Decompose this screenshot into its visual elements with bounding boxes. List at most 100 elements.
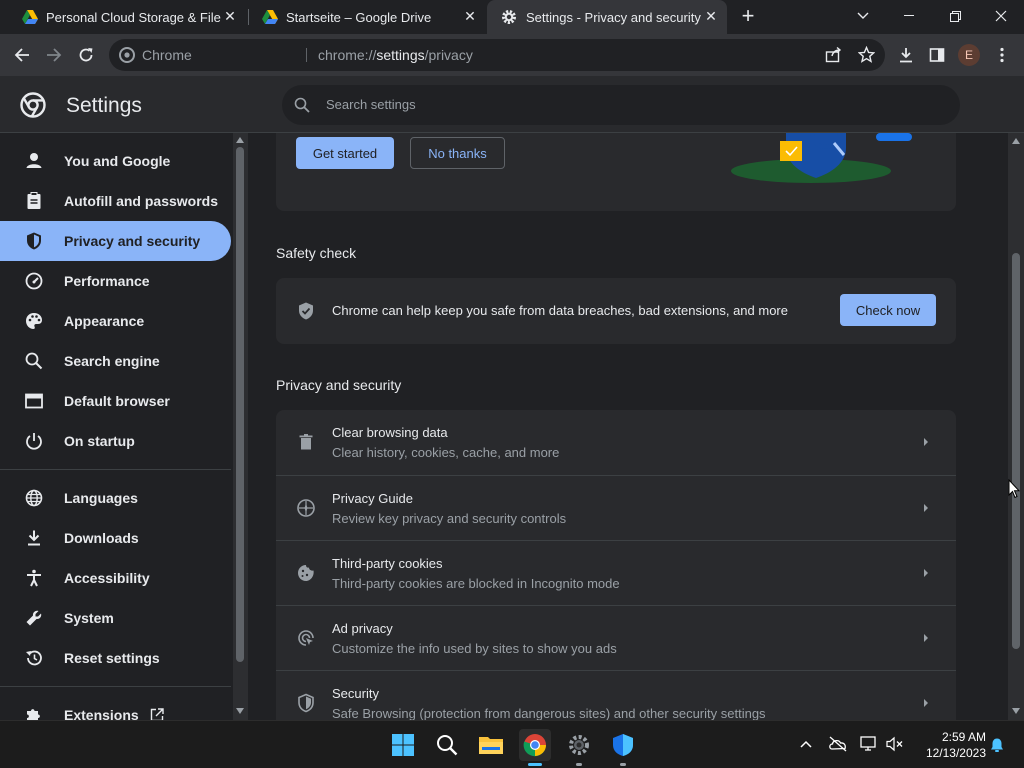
download-icon (900, 48, 912, 63)
scroll-up-arrow-icon[interactable] (236, 137, 244, 143)
browser-icon (24, 391, 44, 411)
chevron-right-icon (922, 633, 930, 643)
clear-browsing-data-row[interactable]: Clear browsing data Clear history, cooki… (276, 410, 956, 475)
settings-icon[interactable] (563, 729, 595, 761)
close-icon (995, 10, 1007, 22)
tab-search-button[interactable] (840, 0, 886, 32)
check-now-button[interactable]: Check now (840, 294, 936, 326)
get-started-button[interactable]: Get started (296, 137, 394, 169)
volume-muted-icon[interactable] (886, 736, 904, 752)
privacy-guide-row[interactable]: Privacy Guide Review key privacy and sec… (276, 475, 956, 540)
side-panel-button[interactable] (923, 41, 951, 69)
sidebar-item-performance[interactable]: Performance (0, 261, 231, 301)
address-bar[interactable]: Chrome chrome://settings/privacy (109, 39, 885, 71)
notification-bell-icon[interactable] (989, 737, 1005, 753)
row-subtitle: Third-party cookies are blocked in Incog… (332, 576, 620, 591)
palette-icon (24, 311, 44, 331)
chrome-logo-icon (20, 92, 46, 118)
file-explorer-icon[interactable] (475, 729, 507, 761)
forward-button[interactable] (40, 41, 68, 69)
sidebar-item-extensions[interactable]: Extensions (0, 695, 231, 720)
ad-privacy-icon (296, 628, 316, 648)
scroll-down-arrow-icon[interactable] (1012, 708, 1020, 714)
sidebar-item-reset-settings[interactable]: Reset settings (0, 638, 231, 678)
close-tab-icon[interactable]: ✕ (462, 8, 478, 24)
tab-settings[interactable]: Settings - Privacy and security ✕ (487, 0, 727, 34)
reload-button[interactable] (72, 41, 100, 69)
external-link-icon (149, 707, 165, 720)
sidebar-item-languages[interactable]: Languages (0, 478, 231, 518)
sidebar-item-autofill[interactable]: Autofill and passwords (0, 181, 231, 221)
globe-icon (24, 488, 44, 508)
clipboard-icon (24, 191, 44, 211)
windows-start-icon[interactable] (387, 729, 419, 761)
sidebar-item-privacy-and-security[interactable]: Privacy and security (0, 221, 231, 261)
main-scrollbar[interactable] (1008, 133, 1024, 720)
new-tab-button[interactable]: + (737, 5, 759, 27)
bookmark-star-icon[interactable] (858, 46, 875, 63)
onedrive-offline-icon[interactable] (828, 736, 848, 752)
defender-icon[interactable] (607, 729, 639, 761)
privacy-and-security-heading: Privacy and security (276, 377, 402, 393)
shield-check-icon (296, 301, 316, 321)
sidebar-scrollbar[interactable] (233, 133, 248, 720)
share-icon[interactable] (825, 46, 842, 63)
menu-button[interactable] (988, 41, 1016, 69)
safety-check-heading: Safety check (276, 245, 357, 261)
sidebar-item-default-browser[interactable]: Default browser (0, 381, 231, 421)
wrench-icon (24, 608, 44, 628)
browser-toolbar: Chrome chrome://settings/privacy E (0, 34, 1024, 76)
search-settings-field[interactable]: Search settings (282, 85, 960, 125)
chrome-icon[interactable] (119, 47, 135, 63)
third-party-cookies-row[interactable]: Third-party cookies Third-party cookies … (276, 540, 956, 605)
close-window-button[interactable] (978, 0, 1024, 32)
accessibility-icon (24, 568, 44, 588)
tab-strip: Personal Cloud Storage & File Sh ✕ Start… (0, 0, 1024, 34)
profile-avatar[interactable]: E (958, 44, 980, 66)
sidebar-item-appearance[interactable]: Appearance (0, 301, 231, 341)
row-title: Security (332, 686, 379, 701)
sidebar-item-accessibility[interactable]: Accessibility (0, 558, 231, 598)
scroll-down-arrow-icon[interactable] (236, 708, 244, 714)
google-drive-icon (22, 9, 38, 25)
downloads-button[interactable] (892, 41, 920, 69)
system-clock[interactable]: 2:59 AM 12/13/2023 (916, 729, 986, 761)
row-subtitle: Clear history, cookies, cache, and more (332, 445, 560, 460)
no-thanks-button[interactable]: No thanks (410, 137, 505, 169)
minimize-button[interactable] (886, 0, 932, 32)
show-hidden-icons-chevron-icon[interactable] (800, 740, 812, 748)
gauge-icon (24, 271, 44, 291)
sidebar-item-on-startup[interactable]: On startup (0, 421, 231, 461)
chrome-active-indicator (528, 763, 542, 766)
row-subtitle: Review key privacy and security controls (332, 511, 567, 526)
sidebar-item-you-and-google[interactable]: You and Google (0, 141, 231, 181)
trash-icon (296, 432, 316, 452)
main-scroll-thumb[interactable] (1012, 253, 1020, 649)
url-text[interactable]: chrome://settings/privacy (318, 47, 473, 63)
sidebar-item-downloads[interactable]: Downloads (0, 518, 231, 558)
chrome-icon[interactable] (519, 729, 551, 761)
restore-button[interactable] (932, 0, 978, 32)
close-tab-icon[interactable]: ✕ (222, 8, 238, 24)
sidebar-item-system[interactable]: System (0, 598, 231, 638)
sidebar-scroll-thumb[interactable] (236, 147, 244, 662)
clock-date: 12/13/2023 (925, 746, 986, 760)
download-icon (24, 528, 44, 548)
chevron-right-icon (922, 437, 930, 447)
network-icon[interactable] (860, 736, 878, 752)
back-button[interactable] (8, 41, 36, 69)
minimize-icon (904, 15, 914, 16)
restore-icon (949, 10, 961, 22)
privacy-guide-promo-card: Get started No thanks (276, 133, 956, 211)
chrome-chip-label: Chrome (142, 47, 192, 63)
privacy-and-security-card: Clear browsing data Clear history, cooki… (276, 410, 956, 720)
sidebar-item-search-engine[interactable]: Search engine (0, 341, 231, 381)
tab-google-drive[interactable]: Startseite – Google Drive ✕ (248, 0, 486, 34)
ad-privacy-row[interactable]: Ad privacy Customize the info used by si… (276, 605, 956, 670)
tab-personal-cloud[interactable]: Personal Cloud Storage & File Sh ✕ (8, 0, 246, 34)
close-tab-icon[interactable]: ✕ (703, 8, 719, 24)
sidebar-divider (0, 469, 231, 470)
scroll-up-arrow-icon[interactable] (1012, 138, 1020, 144)
search-icon[interactable] (431, 729, 463, 761)
security-row[interactable]: Security Safe Browsing (protection from … (276, 670, 956, 720)
